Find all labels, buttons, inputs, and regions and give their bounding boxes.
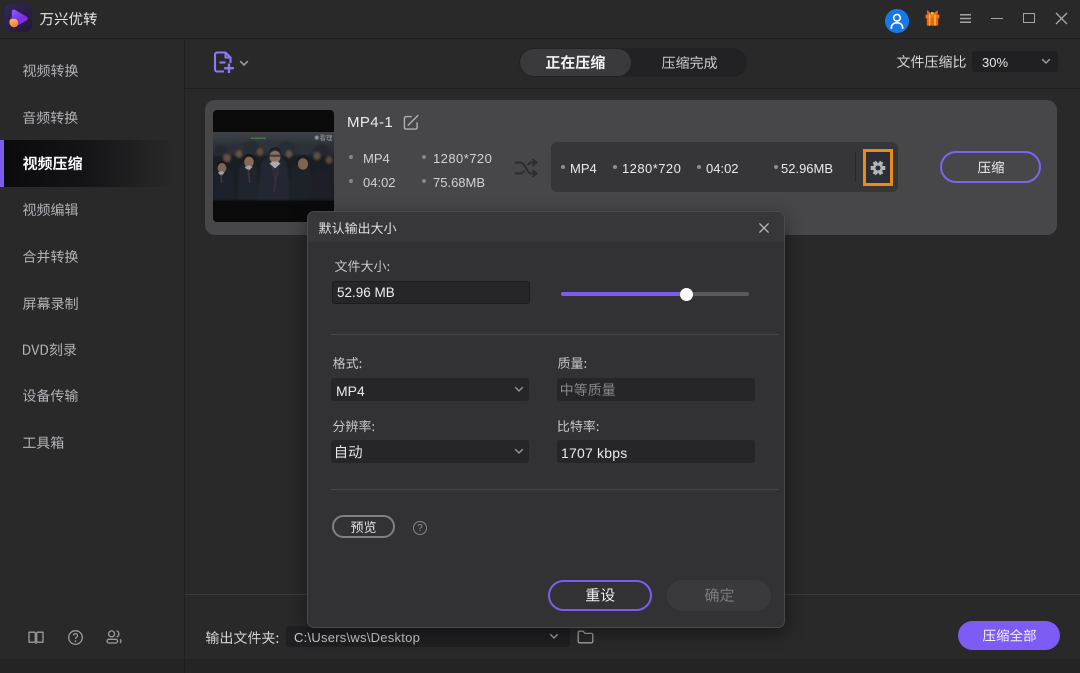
- svg-text:✺看理: ✺看理: [314, 134, 333, 142]
- svg-text:▬▬▬: ▬▬▬: [251, 135, 266, 141]
